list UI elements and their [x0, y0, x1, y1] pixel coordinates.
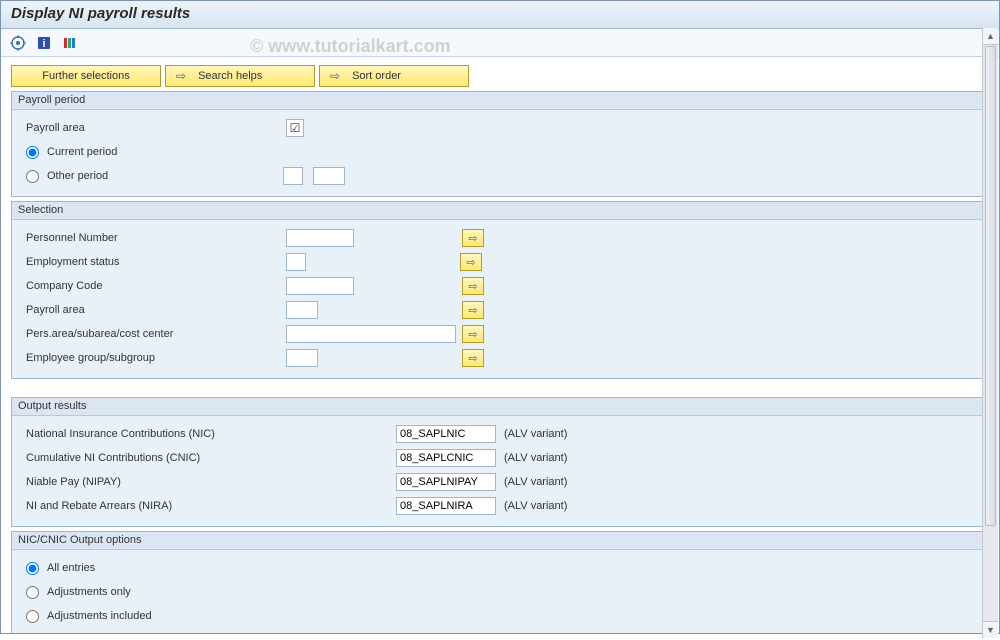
- field-input[interactable]: [286, 349, 318, 367]
- nic-option-radio[interactable]: [26, 586, 39, 599]
- variant-input[interactable]: [396, 497, 496, 515]
- selection-row: Personnel Number ⇨: [26, 226, 974, 250]
- vertical-scrollbar[interactable]: [982, 28, 998, 638]
- group-output-results: Output results National Insurance Contri…: [11, 397, 989, 527]
- other-period-input-2[interactable]: [313, 167, 345, 185]
- variant-input[interactable]: [396, 449, 496, 467]
- toolbar: i: [1, 29, 999, 57]
- selection-row: Company Code ⇨: [26, 274, 974, 298]
- nic-option-row: All entries: [26, 556, 974, 580]
- group-title: Payroll period: [12, 92, 988, 110]
- output-row: NI and Rebate Arrears (NIRA) (ALV variant…: [26, 494, 974, 518]
- group-title: NIC/CNIC Output options: [12, 532, 988, 550]
- current-period-radio[interactable]: [26, 146, 39, 159]
- group-selection: Selection Personnel Number⇨Employment st…: [11, 201, 989, 379]
- payroll-area-label: Payroll area: [26, 122, 286, 134]
- other-period-label: Other period: [47, 170, 279, 182]
- multiple-selection-button[interactable]: ⇨: [462, 349, 484, 367]
- button-label: Sort order: [352, 70, 401, 82]
- nic-option-row: Adjustments only: [26, 580, 974, 604]
- field-input[interactable]: [286, 229, 354, 247]
- field-label: Pers.area/subarea/cost center: [26, 328, 286, 340]
- selection-row: Employment status ⇨: [26, 250, 974, 274]
- variant-input[interactable]: [396, 425, 496, 443]
- current-period-label: Current period: [47, 146, 117, 158]
- nic-option-label: All entries: [47, 562, 95, 574]
- output-row: Cumulative NI Contributions (CNIC) (ALV v…: [26, 446, 974, 470]
- nic-option-radio[interactable]: [26, 562, 39, 575]
- scroll-thumb[interactable]: [985, 46, 996, 526]
- further-selections-button[interactable]: Further selections: [11, 65, 161, 87]
- multiple-selection-button[interactable]: ⇨: [462, 325, 484, 343]
- other-period-radio[interactable]: [26, 170, 39, 183]
- arrow-right-icon: ⇨: [330, 69, 340, 83]
- nic-option-radio[interactable]: [26, 610, 39, 623]
- field-input[interactable]: [286, 253, 306, 271]
- field-label: NI and Rebate Arrears (NIRA): [26, 500, 396, 512]
- selection-row: Employee group/subgroup ⇨: [26, 346, 974, 370]
- alv-variant-label: (ALV variant): [504, 452, 567, 464]
- page-title: Display NI payroll results: [1, 1, 999, 29]
- group-nic-cnic-options: NIC/CNIC Output options All entries Adjus…: [11, 531, 989, 634]
- field-input[interactable]: [286, 277, 354, 295]
- execute-icon[interactable]: [9, 34, 27, 52]
- variant-input[interactable]: [396, 473, 496, 491]
- bars-icon[interactable]: [61, 34, 79, 52]
- field-label: Niable Pay (NIPAY): [26, 476, 396, 488]
- nic-option-row: Adjustments included: [26, 604, 974, 628]
- multiple-selection-button[interactable]: ⇨: [460, 253, 482, 271]
- button-label: Search helps: [198, 70, 262, 82]
- field-label: Company Code: [26, 280, 286, 292]
- payroll-area-checkbox[interactable]: ☑: [286, 119, 304, 137]
- multiple-selection-button[interactable]: ⇨: [462, 301, 484, 319]
- group-title: Output results: [12, 398, 988, 416]
- field-label: Payroll area: [26, 304, 286, 316]
- field-label: Cumulative NI Contributions (CNIC): [26, 452, 396, 464]
- other-period-input-1[interactable]: [283, 167, 303, 185]
- button-label: Further selections: [42, 70, 129, 82]
- output-row: National Insurance Contributions (NIC) (A…: [26, 422, 974, 446]
- field-input[interactable]: [286, 325, 456, 343]
- multiple-selection-button[interactable]: ⇨: [462, 229, 484, 247]
- alv-variant-label: (ALV variant): [504, 428, 567, 440]
- arrow-right-icon: ⇨: [176, 69, 186, 83]
- selection-row: Pers.area/subarea/cost center ⇨: [26, 322, 974, 346]
- svg-text:i: i: [42, 38, 45, 50]
- nic-option-label: Adjustments included: [47, 610, 152, 622]
- multiple-selection-button[interactable]: ⇨: [462, 277, 484, 295]
- field-label: National Insurance Contributions (NIC): [26, 428, 396, 440]
- nic-option-label: Adjustments only: [47, 586, 131, 598]
- sort-order-button[interactable]: ⇨ Sort order: [319, 65, 469, 87]
- selection-row: Payroll area ⇨: [26, 298, 974, 322]
- field-label: Employment status: [26, 256, 286, 268]
- field-input[interactable]: [286, 301, 318, 319]
- info-icon[interactable]: i: [35, 34, 53, 52]
- search-helps-button[interactable]: ⇨ Search helps: [165, 65, 315, 87]
- alv-variant-label: (ALV variant): [504, 500, 567, 512]
- group-title: Selection: [12, 202, 988, 220]
- field-label: Employee group/subgroup: [26, 352, 286, 364]
- field-label: Personnel Number: [26, 232, 286, 244]
- group-payroll-period: Payroll period Payroll area ☑ Current pe…: [11, 91, 989, 197]
- alv-variant-label: (ALV variant): [504, 476, 567, 488]
- output-row: Niable Pay (NIPAY) (ALV variant): [26, 470, 974, 494]
